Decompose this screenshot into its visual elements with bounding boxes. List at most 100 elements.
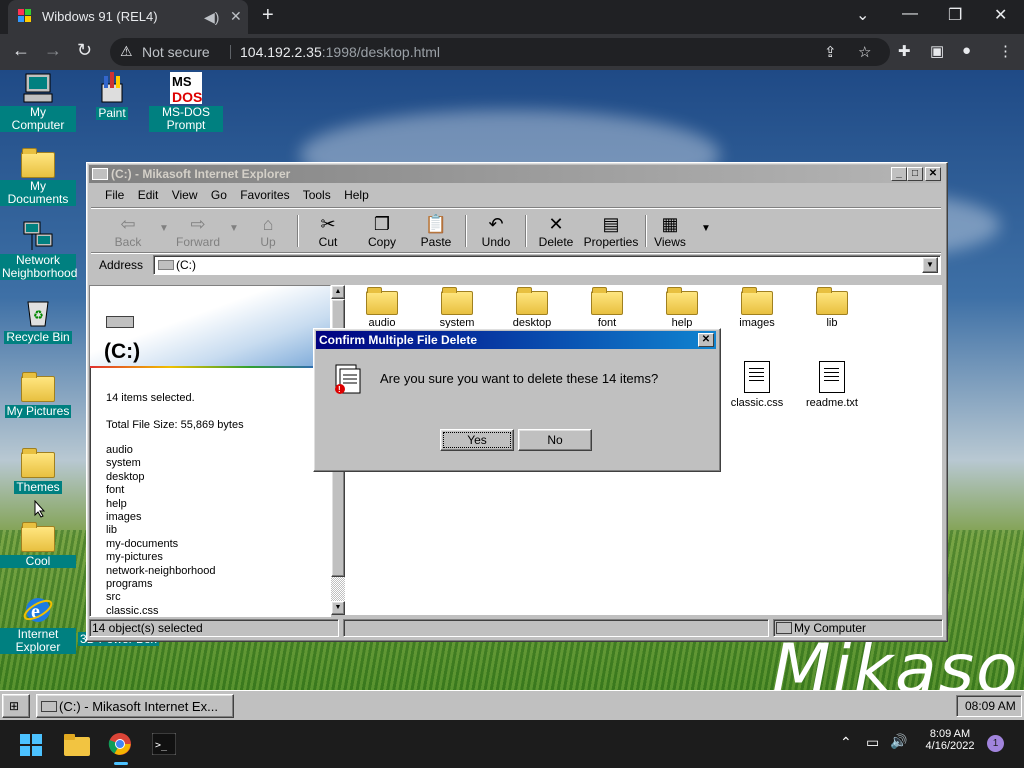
network-icon[interactable]: ▭ [866, 734, 879, 751]
volume-icon[interactable]: 🔊 [890, 733, 907, 750]
dialog-titlebar[interactable]: Confirm Multiple File Delete ✕ [316, 331, 716, 349]
tab-close-icon[interactable]: ✕ [230, 8, 242, 25]
address-field[interactable]: (C:) ▼ [153, 255, 941, 275]
toolbar-properties-button[interactable]: ▤ Properties [581, 213, 641, 249]
no-button[interactable]: No [518, 429, 592, 451]
desktop-icon-network[interactable]: Network Neighborhood [0, 220, 78, 280]
file-item-system[interactable]: system [420, 285, 494, 329]
toolbar-separator [465, 215, 467, 247]
taskbar-clock[interactable]: 08:09 AM [956, 695, 1022, 717]
toolbar-copy-button[interactable]: ❐ Copy [357, 213, 407, 249]
profile-icon[interactable]: ● [962, 42, 971, 59]
menu-view[interactable]: View [172, 188, 198, 202]
views-dropdown-icon[interactable]: ▼ [701, 223, 711, 234]
new-tab-icon[interactable]: + [262, 4, 274, 27]
back-arrow-icon: ⇦ [120, 214, 136, 234]
dialog-close-button[interactable]: ✕ [698, 333, 714, 347]
desktop-icon-label: Network Neighborhood [0, 253, 78, 280]
minimize-button[interactable]: _ [891, 167, 907, 181]
warning-icon[interactable]: ⚠ [120, 43, 133, 60]
forward-dropdown-icon[interactable]: ▼ [229, 223, 239, 234]
windows-start-icon[interactable] [20, 734, 42, 759]
file-item-readme[interactable]: readme.txt [795, 361, 869, 409]
forward-icon[interactable]: → [44, 40, 62, 61]
desktop-icon-themes[interactable]: Themes [0, 446, 76, 494]
toolbar-back-button[interactable]: ⇦ Back [103, 213, 153, 249]
address-bar[interactable]: ⚠ Not secure 104.192.2.35:1998/desktop.h… [110, 38, 890, 66]
file-item-help[interactable]: help [645, 285, 719, 329]
toolbar-forward-button[interactable]: ⇨ Forward [173, 213, 223, 249]
menu-file[interactable]: File [105, 188, 124, 202]
explorer-titlebar[interactable]: (C:) - Mikasoft Internet Explorer _ □ ✕ [89, 165, 941, 183]
restore-icon[interactable]: ❐ [948, 5, 962, 25]
desktop-taskbar: ⊞ (C:) - Mikasoft Internet Ex... 08:09 A… [0, 690, 1024, 720]
terminal-icon[interactable]: >_ [151, 732, 177, 758]
desktop-icon-my-computer[interactable]: My Computer [0, 72, 76, 132]
desktop-icon-paint[interactable]: Paint [74, 72, 150, 120]
menu-favorites[interactable]: Favorites [240, 188, 289, 202]
desktop-icon-recycle-bin[interactable]: ♻ Recycle Bin [0, 296, 76, 344]
scroll-down-icon[interactable]: ▼ [331, 601, 345, 615]
file-item-font[interactable]: font [570, 285, 644, 329]
status-bar-left: 14 object(s) selected [89, 619, 339, 637]
file-item-desktop[interactable]: desktop [495, 285, 569, 329]
mute-icon[interactable]: ◀) [204, 9, 219, 26]
notification-badge[interactable]: 1 [987, 735, 1004, 752]
confirm-delete-dialog[interactable]: Confirm Multiple File Delete ✕ ! Are you… [313, 328, 721, 472]
window-close-icon[interactable]: ✕ [994, 5, 1007, 25]
desktop-icon-msdos[interactable]: MS DOS MS-DOS Prompt [148, 72, 224, 132]
yes-button[interactable]: Yes [440, 429, 514, 451]
total-file-size: Total File Size: 55,869 bytes [106, 419, 244, 431]
scroll-up-icon[interactable]: ▲ [331, 285, 345, 299]
url-text[interactable]: 104.192.2.35:1998/desktop.html [240, 44, 440, 60]
file-label: classic.css [730, 397, 784, 409]
menu-go[interactable]: Go [211, 188, 227, 202]
toolbar-label: Copy [367, 235, 396, 249]
file-item-lib[interactable]: lib [795, 285, 869, 329]
back-dropdown-icon[interactable]: ▼ [159, 223, 169, 234]
toolbar-paste-button[interactable]: 📋 Paste [411, 213, 461, 249]
file-explorer-icon[interactable] [64, 734, 90, 759]
reload-icon[interactable]: ↻ [77, 40, 92, 61]
start-button[interactable]: ⊞ [2, 694, 30, 718]
toolbar-delete-button[interactable]: ✕ Delete [531, 213, 581, 249]
toolbar-views-button[interactable]: ▦ Views [645, 213, 695, 249]
desktop-icon-my-pictures[interactable]: My Pictures [0, 370, 76, 418]
desktop-icon-my-documents[interactable]: My Documents [0, 146, 76, 206]
bookmark-star-icon[interactable]: ☆ [858, 43, 871, 61]
svg-text:MS: MS [172, 74, 192, 89]
address-separator [91, 252, 941, 254]
folder-icon [516, 287, 548, 315]
file-item-images[interactable]: images [720, 285, 794, 329]
menu-kebab-icon[interactable]: ⋮ [998, 42, 1013, 60]
share-icon[interactable]: ⇪ [824, 43, 837, 61]
menu-tools[interactable]: Tools [303, 188, 331, 202]
url-host: 104.192.2.35 [240, 44, 322, 60]
taskbar-explorer-button[interactable]: (C:) - Mikasoft Internet Ex... [36, 694, 234, 718]
browser-tab[interactable]: Wibdows 91 (REL4) ◀) ✕ [8, 0, 248, 34]
address-dropdown-icon[interactable]: ▼ [922, 257, 938, 273]
toolbar-undo-button[interactable]: ↶ Undo [471, 213, 521, 249]
tab-search-icon[interactable]: ⌄ [856, 5, 869, 25]
tray-chevron-icon[interactable]: ⌃ [840, 734, 852, 751]
desktop-icon-internet-explorer[interactable]: e Internet Explorer [0, 594, 76, 654]
back-icon[interactable]: ← [12, 40, 30, 61]
chrome-icon[interactable] [108, 732, 132, 759]
minimize-icon[interactable]: — [902, 5, 918, 23]
toolbar-up-button[interactable]: ⌂ Up [243, 213, 293, 249]
folder-icon [741, 287, 773, 315]
system-clock[interactable]: 8:09 AM 4/16/2022 [918, 728, 982, 752]
desktop-icon-cool[interactable]: Cool [0, 520, 76, 568]
file-item-audio[interactable]: audio [345, 285, 419, 329]
menu-edit[interactable]: Edit [138, 188, 159, 202]
extensions-icon[interactable]: ✚ [898, 42, 911, 60]
maximize-button[interactable]: □ [907, 167, 923, 181]
menu-help[interactable]: Help [344, 188, 369, 202]
side-panel-icon[interactable]: ▣ [930, 42, 944, 60]
toolbar-cut-button[interactable]: ✂ Cut [303, 213, 353, 249]
desktop-icon-label: Paint [96, 106, 128, 120]
not-secure-label[interactable]: Not secure [142, 44, 210, 60]
desktop[interactable]: Mikasoft My Computer Paint MSDOS MS-DOS … [0, 70, 1024, 720]
close-button[interactable]: ✕ [925, 167, 941, 181]
file-item-classic-css[interactable]: classic.css [720, 361, 794, 409]
